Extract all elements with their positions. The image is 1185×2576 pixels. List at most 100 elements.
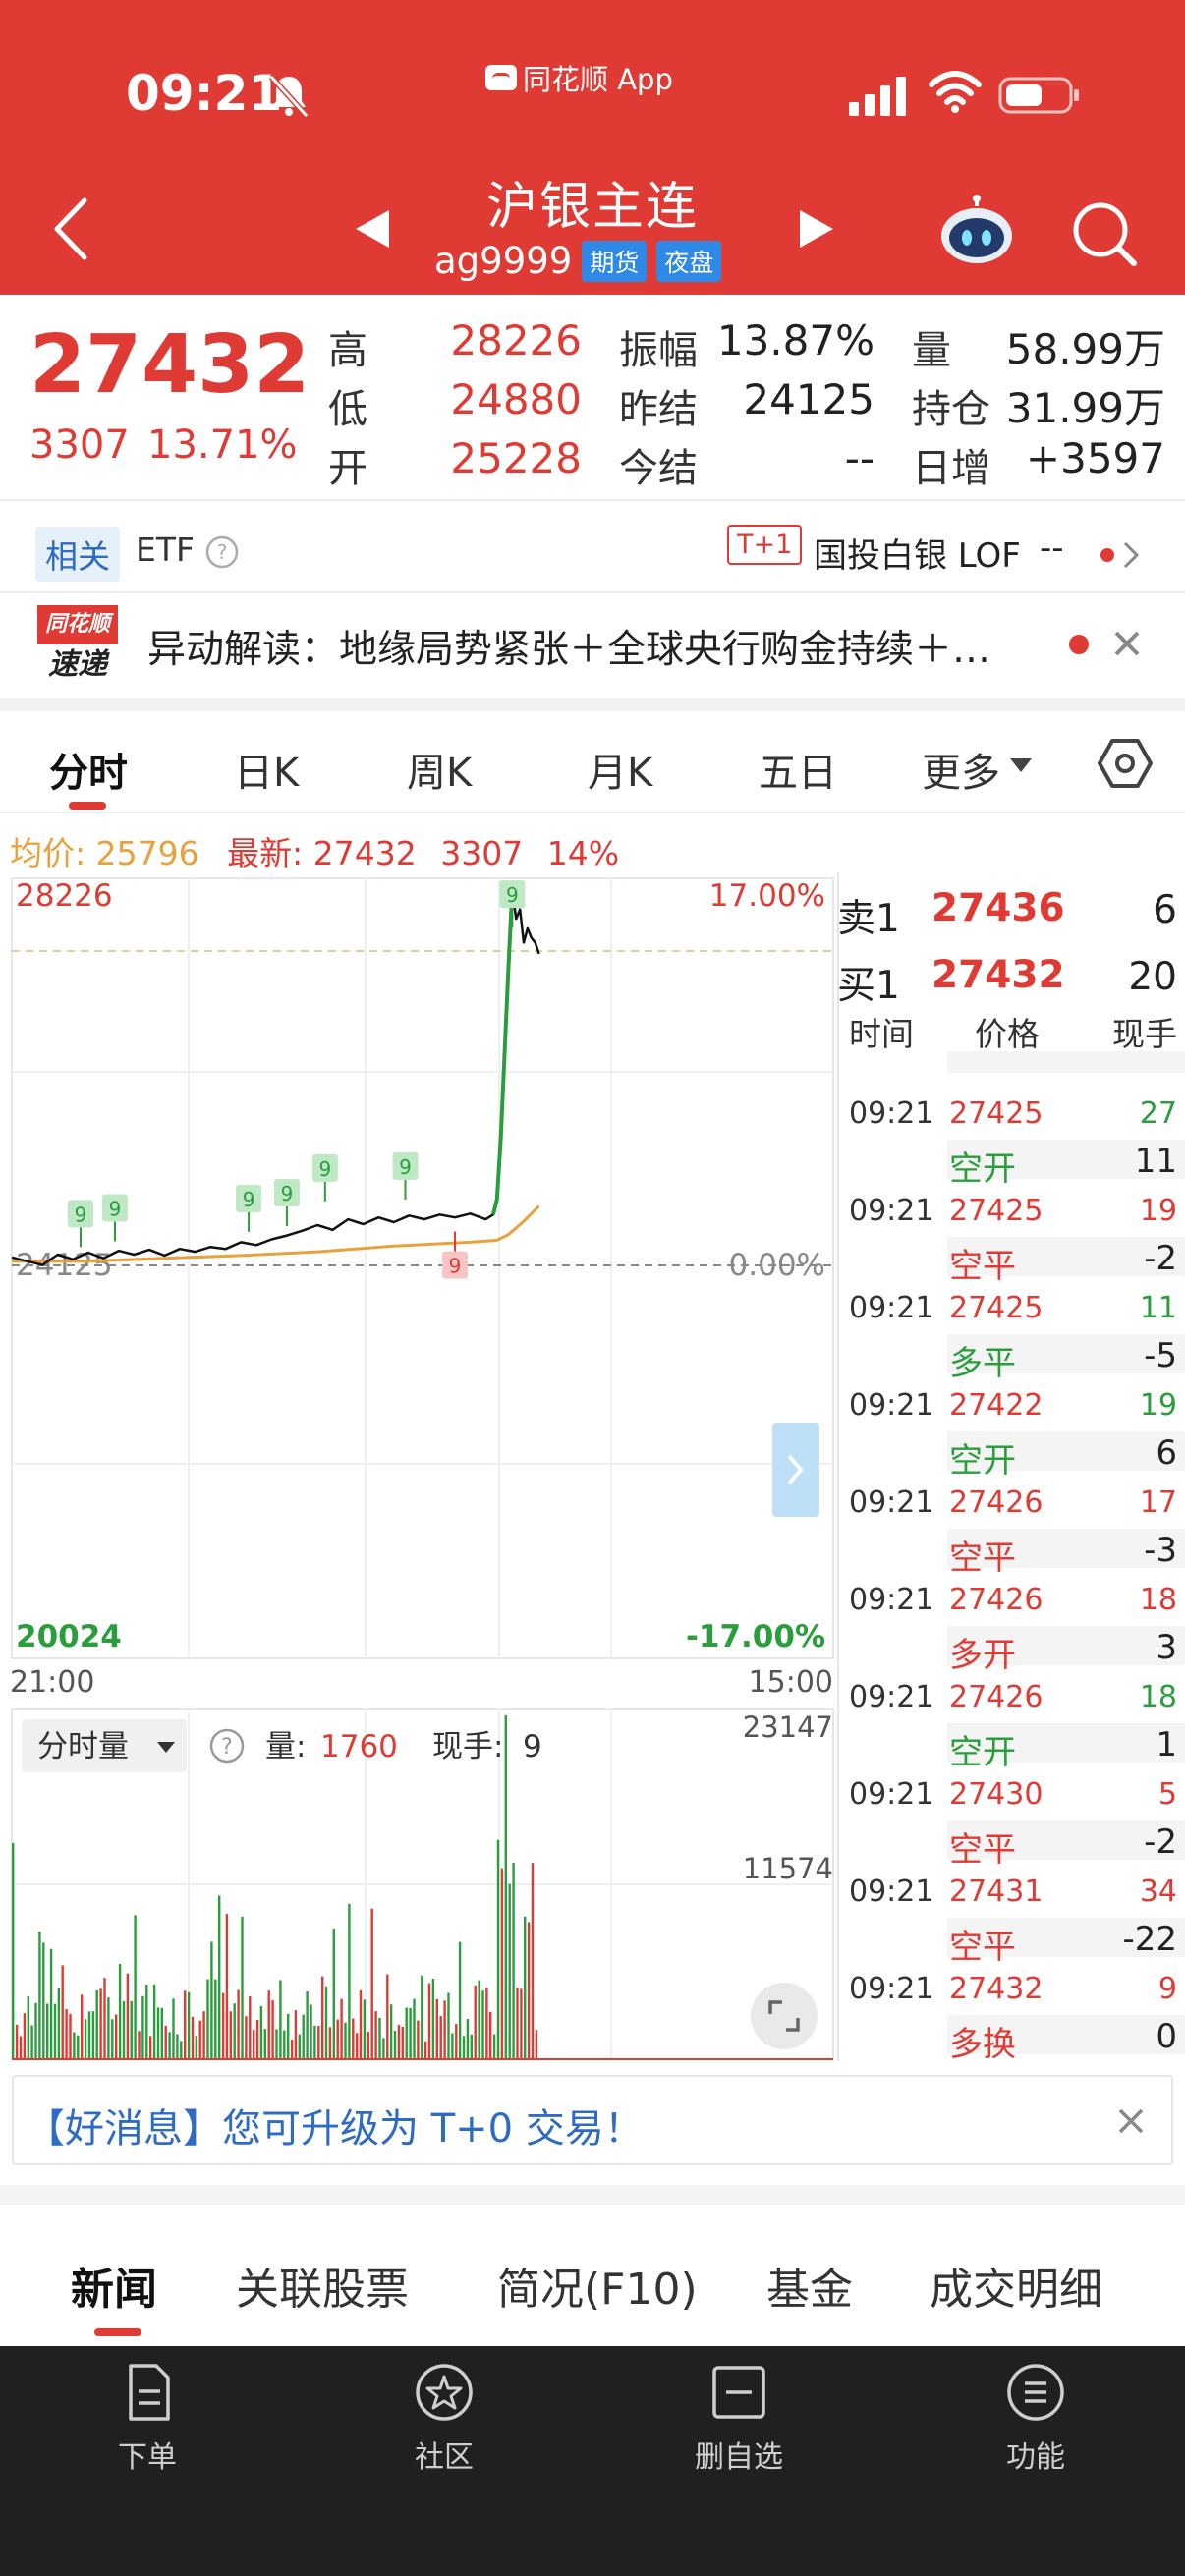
volume-bar xyxy=(164,2025,167,2059)
volume-bar xyxy=(451,2033,454,2059)
remove-watchlist-icon xyxy=(712,2366,765,2419)
search-icon[interactable] xyxy=(1069,198,1138,267)
expand-panel-handle[interactable] xyxy=(772,1423,819,1517)
stat-value-open: 25228 xyxy=(450,434,582,482)
stat-label-high: 高 xyxy=(328,328,367,373)
trades-header-volume: 现手 xyxy=(1112,1015,1177,1053)
news-alert-row[interactable]: 同花顺 速递 异动解读：地缘局势紧张＋全球央行购金持续＋… xyxy=(0,593,1185,698)
volume-bar xyxy=(42,1942,45,2059)
volume-bar xyxy=(23,2013,27,2059)
related-etf-row[interactable]: 相关 ETF ? T+1 国投白银 LOF -- xyxy=(0,503,1185,593)
tab-trade-details[interactable]: 成交明细 xyxy=(930,2254,1102,2317)
trade-net: 0 xyxy=(1156,2017,1177,2056)
marker-label: 9 xyxy=(243,1188,255,1211)
volume-bar xyxy=(508,1883,511,2059)
bid-row: 买1 27432 20 xyxy=(837,945,1185,1008)
trade-price: 27422 xyxy=(949,1388,1044,1423)
trade-type-cell: 空平 -3 xyxy=(947,1529,1185,1578)
trade-type-cell: 空平 -22 xyxy=(947,1918,1185,1967)
stat-value-settle: -- xyxy=(844,434,875,482)
volume-bar xyxy=(34,2002,37,2059)
volume-bar xyxy=(496,1839,500,2059)
volume-bar xyxy=(500,1868,504,2059)
hand-value: 9 xyxy=(523,1729,542,1764)
tab-profile[interactable]: 简况(F10) xyxy=(497,2254,698,2317)
tab-weekly-k[interactable]: 周K xyxy=(407,741,472,798)
bid-volume: 20 xyxy=(1128,955,1177,999)
trade-volume: 18 xyxy=(1139,1583,1177,1617)
trade-type-cell: 空开 11 xyxy=(947,1140,1185,1189)
svg-text:?: ? xyxy=(217,540,228,564)
stat-label-open: 开 xyxy=(328,446,367,491)
trade-type: 多平 xyxy=(949,1344,1016,1383)
volume-bar xyxy=(306,1991,309,2059)
tab-funds[interactable]: 基金 xyxy=(766,2254,853,2317)
wifi-icon xyxy=(929,71,982,113)
volume-bar xyxy=(111,2019,114,2059)
trade-net: 3 xyxy=(1156,1628,1177,1667)
volume-bar xyxy=(253,2030,255,2059)
volume-bar xyxy=(245,2016,248,2059)
t1-badge: T+1 xyxy=(727,525,803,565)
sell-marker: 9 xyxy=(442,1231,469,1279)
trade-price: 27425 xyxy=(949,1096,1044,1131)
tab-monthly-k[interactable]: 月K xyxy=(588,741,652,798)
volume-bar xyxy=(352,2018,355,2059)
etf-label: ETF xyxy=(136,531,195,569)
stat-label-open-interest: 持仓 xyxy=(912,387,990,432)
volume-bar xyxy=(504,1715,507,2059)
trades-header-time: 时间 xyxy=(849,1015,914,1053)
section-divider xyxy=(0,2185,1185,2205)
trade-time: 09:21 xyxy=(849,1096,934,1131)
trade-time: 09:21 xyxy=(849,1291,934,1325)
community-button[interactable]: 社区 xyxy=(346,2362,542,2480)
tab-news[interactable]: 新闻 xyxy=(71,2254,157,2317)
volume-bar xyxy=(77,2035,80,2059)
latest-pct: 14% xyxy=(546,834,620,872)
fullscreen-button[interactable] xyxy=(751,1983,818,2049)
promo-banner[interactable]: 【好消息】您可升级为 T+0 交易！ xyxy=(12,2075,1173,2165)
trade-time: 09:21 xyxy=(849,1583,934,1617)
price-change: 3307 xyxy=(29,422,130,468)
remove-watchlist-button[interactable]: 删自选 xyxy=(641,2362,837,2480)
marker-label: 9 xyxy=(399,1155,412,1179)
trade-type: 空开 xyxy=(949,1733,1016,1772)
volume-bar xyxy=(168,2032,171,2059)
functions-button[interactable]: 功能 xyxy=(937,2362,1134,2480)
intraday-chart[interactable]: 28226 17.00% 24125 0.00% 20024 -17.00% 2… xyxy=(0,872,835,2061)
close-promo-icon[interactable] xyxy=(1116,2106,1146,2136)
volume-bar xyxy=(176,2034,179,2059)
volume-bar xyxy=(356,2033,359,2059)
news-flash-logo-top: 同花顺 xyxy=(37,605,118,644)
trade-time: 09:21 xyxy=(849,1680,934,1714)
settings-icon[interactable] xyxy=(1097,735,1154,792)
robot-assistant-icon[interactable] xyxy=(937,195,1016,267)
trade-price: 27426 xyxy=(949,1680,1044,1714)
volume-bar xyxy=(91,2011,95,2059)
trade-volume: 19 xyxy=(1139,1194,1177,1228)
trade-type: 空平 xyxy=(949,1830,1016,1870)
order-button[interactable]: 下单 xyxy=(49,2362,246,2480)
next-contract-icon[interactable] xyxy=(798,208,835,250)
tab-related-stocks[interactable]: 关联股票 xyxy=(236,2254,409,2317)
tab-five-day[interactable]: 五日 xyxy=(759,741,837,798)
tab-more[interactable]: 更多 xyxy=(922,741,1000,798)
trade-volume: 9 xyxy=(1157,1972,1177,2006)
volume-bar xyxy=(145,1984,148,2059)
volume-bar xyxy=(435,1998,438,2059)
trade-row: 09:21 27425 19 空平 -2 xyxy=(837,1188,1185,1286)
help-icon[interactable]: ? xyxy=(204,534,240,570)
trade-net: 6 xyxy=(1156,1433,1177,1473)
tab-daily-k[interactable]: 日K xyxy=(234,741,299,798)
pct-mid-label: 0.00% xyxy=(729,1248,825,1283)
buy-marker: 9 xyxy=(392,1151,419,1200)
trade-markers: 9 9 9 99 999 xyxy=(67,880,526,1279)
marker-label: 9 xyxy=(281,1182,294,1205)
volume-bar xyxy=(344,2022,347,2059)
chevron-right-icon[interactable] xyxy=(1122,540,1140,570)
tab-intraday[interactable]: 分时 xyxy=(49,741,128,798)
volume-bar xyxy=(489,2011,492,2059)
close-alert-icon[interactable] xyxy=(1108,625,1146,662)
volume-bar xyxy=(492,2034,496,2059)
volume-bar xyxy=(195,2036,198,2059)
